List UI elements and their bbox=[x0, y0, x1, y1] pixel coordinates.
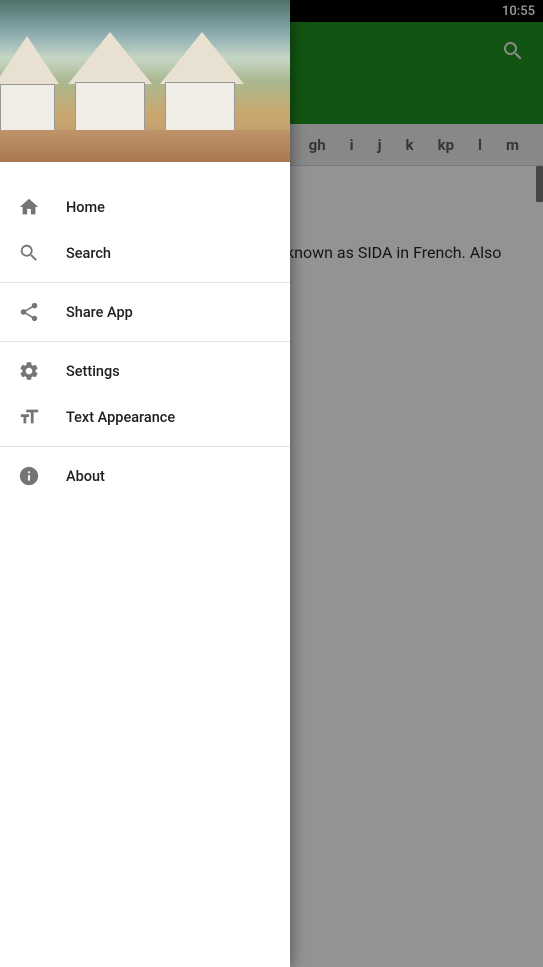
divider bbox=[0, 341, 290, 342]
home-icon bbox=[18, 196, 66, 218]
divider bbox=[0, 282, 290, 283]
search-icon bbox=[18, 242, 66, 264]
info-icon bbox=[18, 465, 66, 487]
divider bbox=[0, 446, 290, 447]
drawer-item-home[interactable]: Home bbox=[0, 184, 290, 230]
drawer-item-label: Settings bbox=[66, 363, 120, 380]
navigation-drawer: Home Search Share App Settings Tex bbox=[0, 0, 290, 967]
text-size-icon bbox=[18, 406, 66, 428]
drawer-item-settings[interactable]: Settings bbox=[0, 348, 290, 394]
drawer-list: Home Search Share App Settings Tex bbox=[0, 162, 290, 967]
drawer-item-label: Share App bbox=[66, 304, 133, 321]
drawer-item-about[interactable]: About bbox=[0, 453, 290, 499]
drawer-item-label: Search bbox=[66, 245, 111, 262]
drawer-item-search[interactable]: Search bbox=[0, 230, 290, 276]
drawer-item-share[interactable]: Share App bbox=[0, 289, 290, 335]
share-icon bbox=[18, 301, 66, 323]
drawer-item-label: Text Appearance bbox=[66, 409, 175, 426]
drawer-header-image bbox=[0, 0, 290, 162]
gear-icon bbox=[18, 360, 66, 382]
drawer-item-label: Home bbox=[66, 199, 105, 216]
drawer-item-label: About bbox=[66, 468, 105, 485]
drawer-item-text-appearance[interactable]: Text Appearance bbox=[0, 394, 290, 440]
